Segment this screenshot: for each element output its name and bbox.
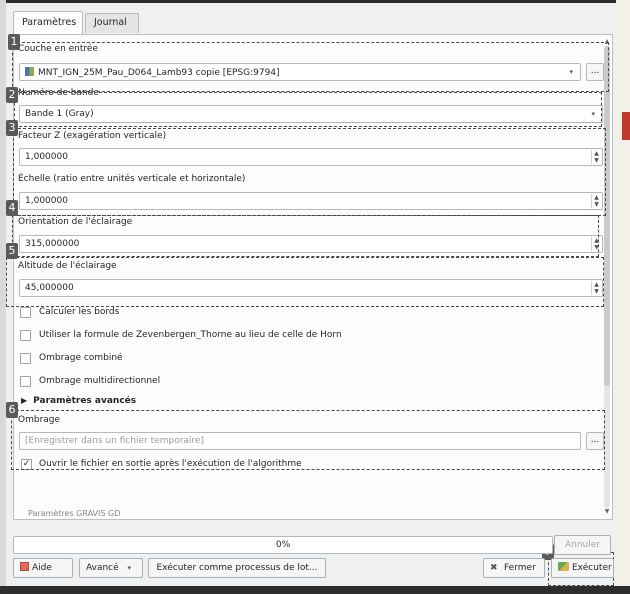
combined-shading-checkbox[interactable]	[20, 353, 31, 364]
annotation-box-1	[12, 42, 609, 92]
help-button[interactable]: Aide	[13, 558, 73, 578]
run-as-batch-button[interactable]: Exécuter comme processus de lot...	[148, 558, 326, 578]
scrollbar-thumb[interactable]	[604, 46, 610, 386]
annotation-box-4	[12, 215, 599, 257]
combined-shading-label[interactable]: Ombrage combiné	[39, 353, 123, 363]
compute-edges-label[interactable]: Calculer les bords	[39, 307, 119, 317]
close-icon: ✖	[490, 563, 498, 573]
expand-arrow-icon: ▶	[21, 396, 28, 405]
scroll-down-icon[interactable]: ▼	[602, 508, 612, 516]
tab-parametres[interactable]: Paramètres	[13, 11, 83, 34]
advanced-parameters-toggle[interactable]: ▶ Paramètres avancés	[21, 396, 136, 406]
annotation-box-3	[13, 128, 606, 216]
advanced-menu-label: Avancé	[86, 563, 119, 573]
run-icon	[558, 562, 569, 571]
annotation-box-2	[14, 92, 602, 127]
advanced-parameters-label: Paramètres avancés	[33, 396, 137, 406]
dropdown-arrow-icon: ▾	[127, 564, 132, 572]
run-button[interactable]: Exécuter	[551, 558, 614, 578]
close-button[interactable]: ✖ Fermer	[483, 558, 545, 578]
advanced-menu-button[interactable]: Avancé ▾	[79, 558, 143, 578]
multidirectional-label[interactable]: Ombrage multidirectionnel	[39, 376, 160, 386]
annotation-box-5	[6, 257, 604, 307]
annotation-badge-6: 6	[6, 402, 18, 418]
tab-journal[interactable]: Journal	[85, 13, 139, 33]
annotation-badge-3: 3	[6, 120, 18, 136]
close-label: Fermer	[504, 563, 536, 573]
zevenbergen-checkbox[interactable]	[20, 330, 31, 341]
multidirectional-checkbox[interactable]	[20, 376, 31, 387]
annotation-badge-1: 1	[8, 34, 20, 50]
help-icon	[20, 562, 29, 571]
run-label: Exécuter	[572, 563, 612, 573]
hillshade-dialog: Paramètres Journal Couche en entrée MNT_…	[6, 3, 616, 586]
taskbar-edge	[0, 586, 630, 594]
progress-bar: 0%	[13, 536, 553, 554]
annotation-badge-4: 4	[6, 200, 18, 216]
next-section-label: Paramètres GRAVIS GD	[28, 509, 121, 518]
annotation-box-6	[11, 410, 605, 470]
map-canvas-edge	[616, 0, 630, 594]
zevenbergen-label[interactable]: Utiliser la formule de Zevenbergen_Thorn…	[39, 330, 342, 340]
map-canvas-feature	[622, 112, 630, 140]
annotation-badge-2: 2	[6, 87, 18, 103]
help-label: Aide	[32, 563, 52, 573]
compute-edges-checkbox[interactable]	[20, 307, 31, 318]
cancel-button[interactable]: Annuler	[554, 535, 611, 555]
annotation-badge-5: 5	[6, 243, 18, 259]
